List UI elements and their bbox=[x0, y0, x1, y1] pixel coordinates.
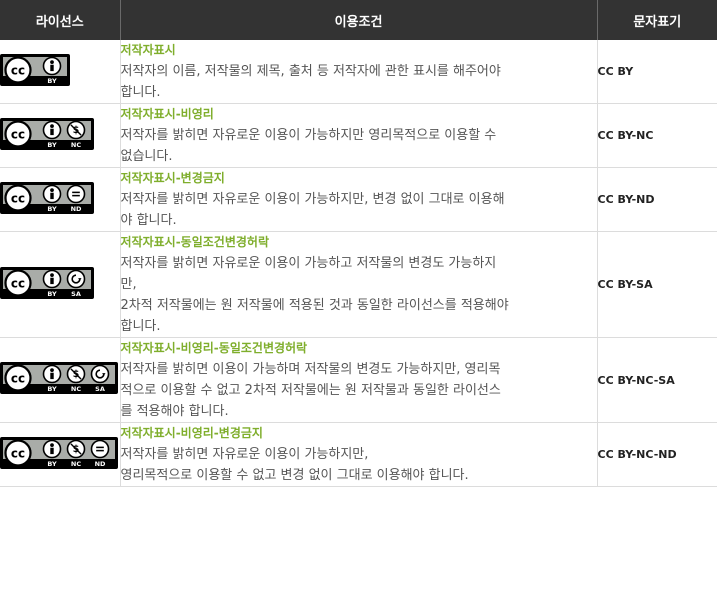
license-table: 라이선스 이용조건 문자표기 cc BY 저작자표시저작자의 이름, 저작물의 제목… bbox=[0, 0, 717, 487]
terms-cell: 저작자표시-비영리-변경금지저작자를 밝히면 자유로운 이용이 가능하지만, 영리… bbox=[120, 422, 598, 487]
license-badge-cell: cc BY SA bbox=[0, 231, 121, 338]
badge-label-nc: NC bbox=[71, 460, 81, 468]
condition-description-line: 영리목적으로 이용할 수 없고 변경 없이 그대로 이용해야 합니다. bbox=[120, 468, 469, 483]
condition-description-line: 합니다. bbox=[120, 85, 161, 100]
table-row: cc BY 저작자표시저작자의 이름, 저작물의 제목, 출처 등 저작자에 관한 … bbox=[0, 40, 717, 104]
condition-title: 저작자표시-동일조건변경허락 bbox=[120, 235, 270, 249]
by-icon bbox=[42, 56, 62, 75]
notation-cell: CC BY-SA bbox=[597, 231, 717, 338]
cc-by-nc-nd-badge: cc BY $ NC ND bbox=[0, 436, 118, 469]
cc-logo-icon: cc bbox=[4, 364, 32, 392]
sa-icon bbox=[66, 269, 86, 288]
svg-text:cc: cc bbox=[11, 276, 25, 290]
condition-title: 저작자표시-비영리-동일조건변경허락 bbox=[120, 341, 308, 355]
badge-label-by: BY bbox=[47, 141, 57, 149]
sa-icon bbox=[90, 364, 110, 384]
cc-logo-icon: cc bbox=[4, 183, 32, 212]
by-icon bbox=[42, 269, 62, 288]
condition-title: 저작자표시 bbox=[120, 43, 176, 57]
license-badge-cell: cc BY $NC SA bbox=[0, 337, 121, 423]
condition-description-line: 저작자를 밝히면 자유로운 이용이 가능하지만, 변경 없이 그대로 이용해 bbox=[120, 192, 505, 207]
terms-cell: 저작자표시-동일조건변경허락저작자를 밝히면 자유로운 이용이 가능하고 저작물… bbox=[120, 231, 598, 338]
cc-by-nc-sa-badge: cc BY $NC SA bbox=[0, 362, 118, 394]
by-icon bbox=[42, 364, 62, 384]
cc-logo-icon: cc bbox=[4, 438, 32, 467]
badge-label-sa: SA bbox=[95, 385, 105, 393]
nd-icon bbox=[66, 184, 86, 203]
badge-label-by: BY bbox=[47, 77, 57, 85]
svg-text:cc: cc bbox=[11, 127, 25, 141]
badge-label-nc: NC bbox=[71, 141, 81, 149]
condition-description-line: 2차적 저작물에는 원 저작물에 적용된 것과 동일한 라이선스를 적용해야 bbox=[120, 298, 509, 313]
badge-label-by: BY bbox=[47, 460, 57, 468]
svg-text:cc: cc bbox=[11, 63, 25, 77]
cc-logo-icon: cc bbox=[4, 55, 32, 84]
badge-label-nd: ND bbox=[71, 205, 82, 213]
condition-title: 저작자표시-비영리-변경금지 bbox=[120, 426, 263, 440]
condition-description-line: 저작자의 이름, 저작물의 제목, 출처 등 저작자에 관한 표시를 해주어야 bbox=[120, 64, 501, 79]
condition-description-line: 를 적용해야 합니다. bbox=[120, 404, 229, 419]
svg-text:cc: cc bbox=[11, 191, 25, 205]
table-row: cc BY ND 저작자표시-변경금지저작자를 밝히면 자유로운 이용이 가능하지만,… bbox=[0, 167, 717, 232]
condition-title: 저작자표시-비영리 bbox=[120, 107, 214, 121]
badge-label-by: BY bbox=[47, 290, 57, 298]
nd-icon bbox=[90, 439, 110, 458]
header-notation: 문자표기 bbox=[597, 0, 717, 40]
cc-logo-icon: cc bbox=[4, 119, 32, 148]
terms-cell: 저작자표시-비영리저작자를 밝히면 자유로운 이용이 가능하지만 영리목적으로 … bbox=[120, 103, 598, 168]
svg-text:cc: cc bbox=[11, 372, 25, 386]
by-icon bbox=[42, 120, 62, 139]
header-license: 라이선스 bbox=[0, 0, 121, 40]
condition-description-line: 저작자를 밝히면 이용이 가능하며 저작물의 변경도 가능하지만, 영리목 bbox=[120, 362, 501, 377]
condition-description-line: 야 합니다. bbox=[120, 213, 177, 228]
nc-icon: $ bbox=[66, 439, 86, 458]
table-row: cc BY SA 저작자표시-동일조건변경허락저작자를 밝히면 자유로운 이용이 가능… bbox=[0, 231, 717, 338]
condition-description-line: 만, bbox=[120, 277, 137, 292]
badge-label-by: BY bbox=[47, 385, 57, 393]
condition-description-line: 저작자를 밝히면 자유로운 이용이 가능하지만, bbox=[120, 447, 369, 462]
table-row: cc BY $ NC 저작자표시-비영리저작자를 밝히면 자유로운 이용이 가능하지만 … bbox=[0, 103, 717, 168]
condition-description-line: 저작자를 밝히면 자유로운 이용이 가능하지만 영리목적으로 이용할 수 bbox=[120, 128, 497, 143]
notation-cell: CC BY-NC bbox=[597, 103, 717, 168]
badge-label-nc: NC bbox=[71, 385, 81, 393]
badge-label-sa: SA bbox=[71, 290, 81, 298]
notation-cell: CC BY-NC-SA bbox=[597, 337, 717, 423]
license-badge-cell: cc BY $ NC bbox=[0, 103, 121, 168]
terms-cell: 저작자표시-변경금지저작자를 밝히면 자유로운 이용이 가능하지만, 변경 없이… bbox=[120, 167, 598, 232]
cc-by-badge: cc BY bbox=[0, 53, 70, 86]
terms-cell: 저작자표시저작자의 이름, 저작물의 제목, 출처 등 저작자에 관한 표시를 … bbox=[120, 40, 598, 104]
license-badge-cell: cc BY $ NC ND bbox=[0, 422, 121, 487]
terms-cell: 저작자표시-비영리-동일조건변경허락저작자를 밝히면 이용이 가능하며 저작물의… bbox=[120, 337, 598, 423]
cc-by-nd-badge: cc BY ND bbox=[0, 181, 94, 214]
condition-title: 저작자표시-변경금지 bbox=[120, 171, 225, 185]
svg-text:cc: cc bbox=[11, 446, 25, 460]
nc-icon: $ bbox=[66, 120, 86, 139]
license-badge-cell: cc BY ND bbox=[0, 167, 121, 232]
header-terms: 이용조건 bbox=[120, 0, 598, 40]
cc-by-nc-badge: cc BY $ NC bbox=[0, 117, 94, 150]
notation-cell: CC BY-NC-ND bbox=[597, 422, 717, 487]
by-icon bbox=[42, 184, 62, 203]
condition-description-line: 저작자를 밝히면 자유로운 이용이 가능하고 저작물의 변경도 가능하지 bbox=[120, 256, 497, 271]
table-row: cc BY $ NC ND 저작자표시-비영리-변경금지저작자를 밝히면 자유로운 이용이… bbox=[0, 422, 717, 487]
cc-by-sa-badge: cc BY SA bbox=[0, 266, 94, 299]
badge-label-by: BY bbox=[47, 205, 57, 213]
cc-logo-icon: cc bbox=[4, 268, 32, 297]
notation-cell: CC BY-ND bbox=[597, 167, 717, 232]
condition-description-line: 합니다. bbox=[120, 319, 161, 334]
badge-label-nd: ND bbox=[95, 460, 106, 468]
condition-description-line: 적으로 이용할 수 없고 2차적 저작물에는 원 저작물과 동일한 라이선스 bbox=[120, 383, 501, 398]
table-row: cc BY $NC SA 저작자표시-비영리-동일조건변경허락저작자를 밝히면 이용이 … bbox=[0, 337, 717, 423]
by-icon bbox=[42, 439, 62, 458]
condition-description-line: 없습니다. bbox=[120, 149, 173, 164]
license-badge-cell: cc BY bbox=[0, 40, 121, 104]
nc-icon: $ bbox=[66, 364, 86, 384]
table-header-row: 라이선스 이용조건 문자표기 bbox=[0, 0, 717, 40]
notation-cell: CC BY bbox=[597, 40, 717, 104]
